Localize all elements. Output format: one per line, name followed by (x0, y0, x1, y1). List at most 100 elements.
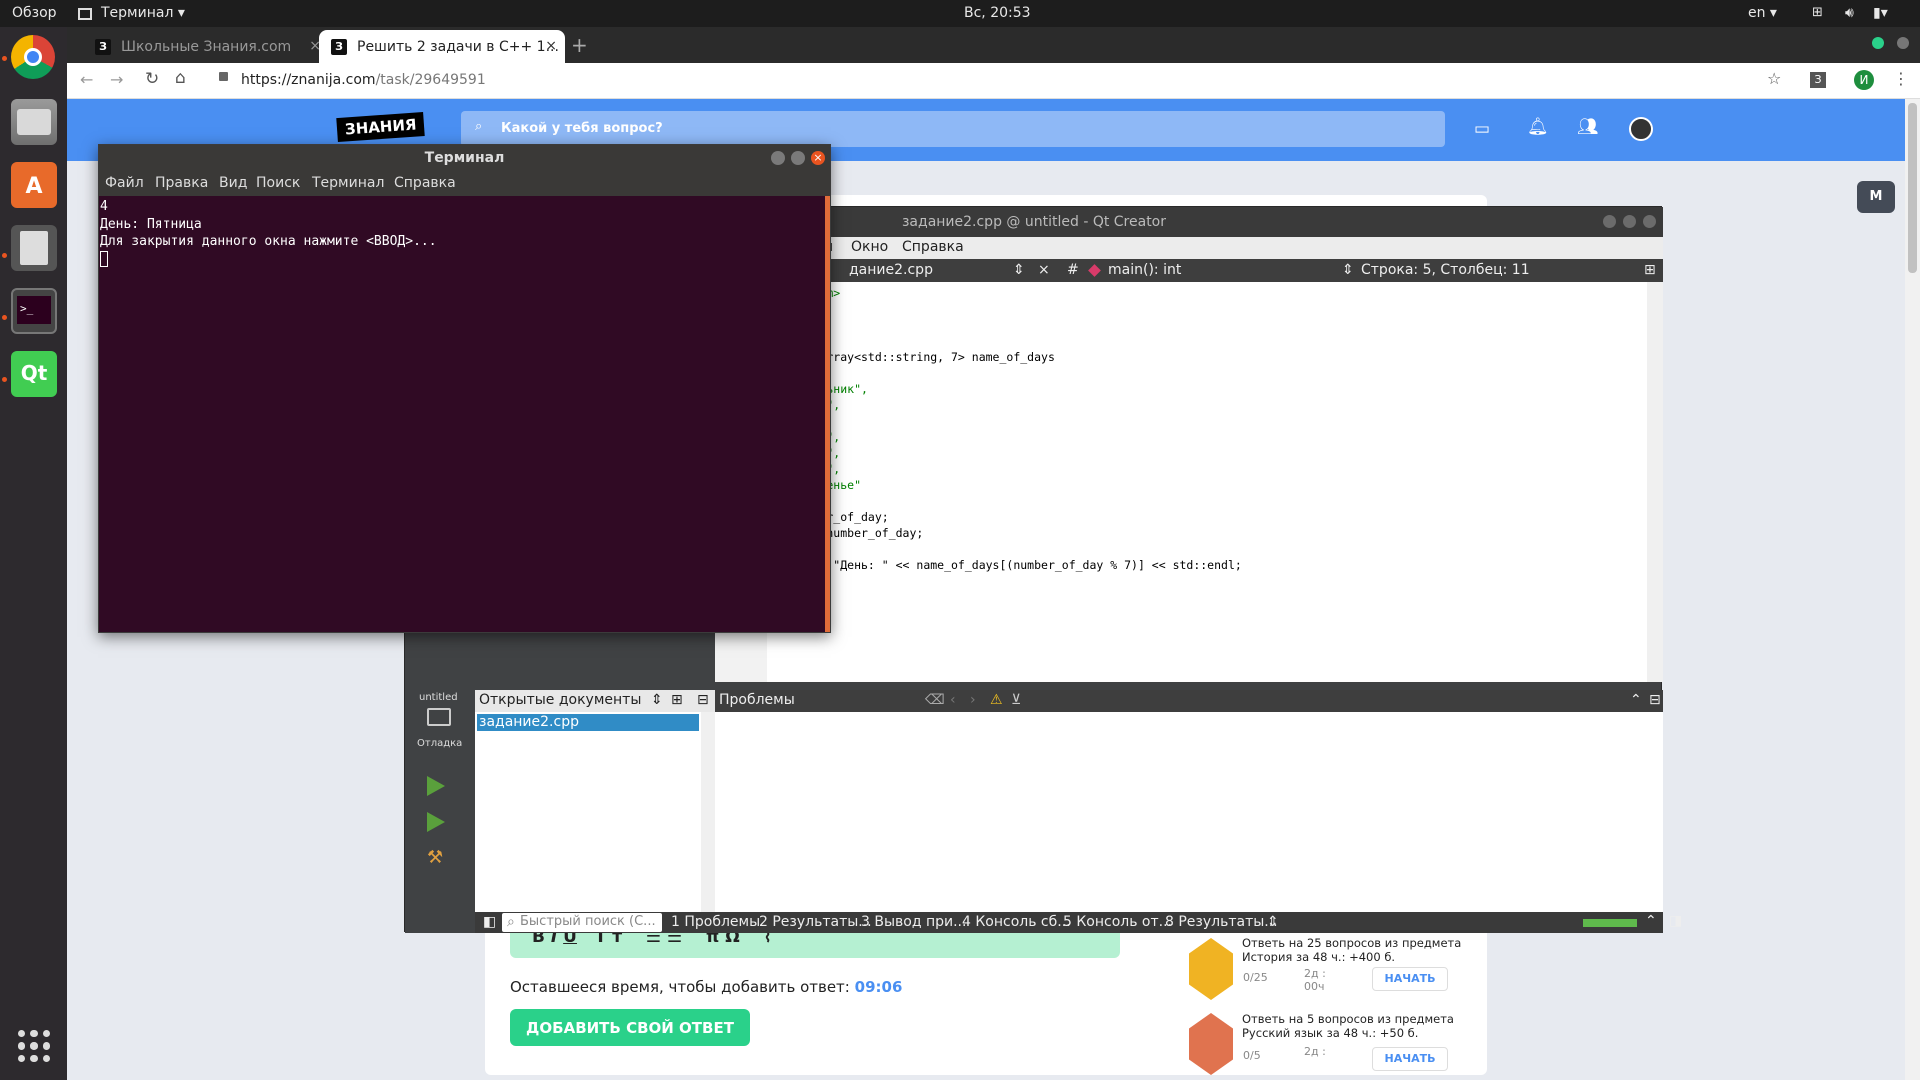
show-applications-icon[interactable] (18, 1030, 50, 1062)
opendocs-close-icon[interactable]: ⊟ (697, 692, 709, 708)
tab-solve-task[interactable]: З Решить 2 задачи в С++ 1... × (319, 30, 565, 63)
opendocs-split-icon[interactable]: ⊞ (671, 692, 683, 708)
menu-window[interactable]: Окно (851, 239, 888, 255)
output-pane-toggle-icon[interactable]: ◨ (1669, 913, 1682, 929)
menu-search[interactable]: Поиск (256, 175, 300, 191)
site-logo[interactable]: ЗНАНИЯ (336, 111, 426, 143)
file-selector-arrow-icon[interactable]: ⇕ (1013, 262, 1025, 278)
qt-creator-icon[interactable]: Qt (11, 351, 57, 397)
tab-app-output[interactable]: 3 Вывод при... (861, 914, 966, 930)
tab-search-results[interactable]: 2 Результаты... (759, 914, 872, 930)
terminal-line: 4 (100, 199, 108, 214)
browser-toolbar: ← → ↻ ⌂ https://znanija.com/task/2964959… (67, 63, 1920, 99)
battery-icon[interactable]: ▮▾ (1873, 5, 1888, 21)
function-selector[interactable]: main(): int (1108, 262, 1181, 278)
file-selector[interactable]: дание2.cpp (849, 262, 933, 278)
home-icon[interactable]: ⌂ (175, 68, 186, 88)
chrome-menu-icon[interactable]: ⋮ (1893, 69, 1909, 88)
function-selector-arrow-icon[interactable]: ⇕ (1342, 262, 1354, 278)
minimize-icon[interactable] (1603, 215, 1616, 228)
maximize-icon[interactable] (1623, 215, 1636, 228)
maximize-icon[interactable] (791, 151, 805, 165)
filter-icon[interactable]: ⊻ (1011, 692, 1021, 708)
forward-arrow-icon[interactable]: → (110, 70, 123, 89)
friends-icon[interactable]: 👥︎ (1577, 117, 1599, 137)
close-document-icon[interactable]: × (1038, 262, 1050, 278)
build-mode-label: Отладка (417, 738, 463, 749)
menu-help[interactable]: Справка (394, 175, 456, 191)
close-icon[interactable] (1643, 215, 1656, 228)
notifications-bell-icon[interactable]: 🔔︎ (1527, 117, 1549, 137)
add-answer-button[interactable]: ДОБАВИТЬ СВОЙ ОТВЕТ (510, 1009, 750, 1046)
app-menu[interactable]: Терминал ▾ (101, 5, 185, 21)
znanija-extension-icon[interactable]: З (1810, 72, 1826, 88)
editor-scrollbar[interactable] (1647, 282, 1663, 682)
overview-button[interactable]: Обзор (12, 5, 57, 21)
back-arrow-icon[interactable]: ← (80, 70, 93, 89)
close-pane-icon[interactable]: ⊟ (1649, 692, 1661, 708)
prev-icon[interactable]: ‹ (950, 692, 956, 708)
tab-school-knowledge[interactable]: З Школьные Знания.com × (83, 30, 329, 63)
close-tab-icon[interactable]: × (545, 38, 557, 54)
warning-filter-icon[interactable]: ⚠ (990, 692, 1003, 708)
messages-icon[interactable]: ▭ (1474, 119, 1490, 139)
clock[interactable]: Вс, 20:53 (964, 5, 1031, 21)
tab-debug-console[interactable]: 5 Консоль от... (1063, 914, 1172, 930)
new-tab-icon[interactable]: + (571, 33, 588, 57)
kit-selector-monitor-icon[interactable] (427, 708, 451, 726)
clean-icon[interactable]: ⌫ (925, 692, 945, 708)
calculator-icon[interactable] (11, 225, 57, 271)
code-editor[interactable]: <iostream><array>): std::array<std::stri… (715, 282, 1663, 682)
network-icon[interactable]: ⊞ (1812, 5, 1823, 20)
menu-file[interactable]: Файл (105, 175, 144, 191)
chrome-icon[interactable] (11, 35, 55, 79)
window-minimize-icon[interactable] (1872, 37, 1884, 49)
site-search-input[interactable]: Какой у тебя вопрос? (461, 111, 1445, 147)
start-quest-button[interactable]: НАЧАТЬ (1372, 1047, 1448, 1071)
volume-icon[interactable]: 🔊︎ (1845, 5, 1854, 21)
user-avatar[interactable] (1629, 117, 1653, 141)
language-indicator[interactable]: en ▾ (1748, 5, 1777, 21)
side-badge[interactable]: М (1857, 181, 1895, 213)
minimize-icon[interactable] (771, 151, 785, 165)
progress-toggle-icon[interactable]: ⌃ (1645, 913, 1657, 929)
remaining-time-text: Оставшееся время, чтобы добавить ответ: … (510, 978, 903, 996)
menu-edit[interactable]: Правка (155, 175, 208, 191)
close-icon[interactable]: × (811, 151, 825, 165)
tab-problems[interactable]: 1 Проблемы (671, 914, 760, 930)
build-progress-bar (1583, 919, 1637, 927)
page-scrollbar[interactable] (1905, 99, 1920, 1080)
quick-search-input[interactable]: Быстрый поиск (С... (502, 913, 662, 932)
software-center-icon[interactable]: A (11, 162, 57, 208)
build-hammer-icon[interactable]: ⚒ (427, 847, 443, 868)
menu-help[interactable]: Справка (902, 239, 964, 255)
terminal-app-icon (78, 8, 92, 20)
menu-view[interactable]: Вид (219, 175, 247, 191)
url-field[interactable]: https://znanija.com/task/29649591 (241, 72, 486, 88)
start-quest-button[interactable]: НАЧАТЬ (1372, 967, 1448, 991)
tab-test-results[interactable]: 8 Результаты... (1165, 914, 1278, 930)
reload-icon[interactable]: ↻ (145, 69, 159, 89)
files-icon[interactable] (11, 99, 57, 145)
lock-icon (219, 72, 228, 81)
window-close-icon[interactable] (1897, 37, 1909, 49)
opendocs-scrollbar[interactable] (701, 712, 715, 912)
open-document-item[interactable]: задание2.cpp (477, 714, 699, 731)
opendocs-sort-icon[interactable]: ⇕ (651, 692, 663, 708)
bookmark-star-icon[interactable]: ☆ (1767, 69, 1781, 88)
maximize-pane-icon[interactable]: ⌃ (1630, 692, 1642, 708)
run-icon[interactable] (427, 776, 445, 796)
page-scrollbar-thumb[interactable] (1908, 103, 1917, 273)
tab-compile-output[interactable]: 4 Консоль сб... (962, 914, 1071, 930)
menu-terminal[interactable]: Терминал (312, 175, 384, 191)
more-tabs-icon[interactable]: ⇕ (1267, 914, 1279, 930)
code-area[interactable]: <iostream><array>): std::array<std::stri… (763, 286, 1623, 676)
terminal-icon[interactable]: >_ (11, 288, 57, 334)
next-icon[interactable]: › (970, 692, 976, 708)
debug-run-icon[interactable] (427, 812, 445, 832)
split-icon[interactable]: ⊞ (1644, 262, 1656, 278)
quest-text: Ответь на 5 вопросов из предмета Русский … (1242, 1012, 1454, 1040)
terminal-output[interactable]: 4 День: Пятница Для закрытия данного окн… (99, 196, 830, 632)
profile-avatar[interactable]: И (1854, 70, 1874, 90)
toggle-sidebar-icon[interactable]: ◧ (483, 914, 496, 930)
